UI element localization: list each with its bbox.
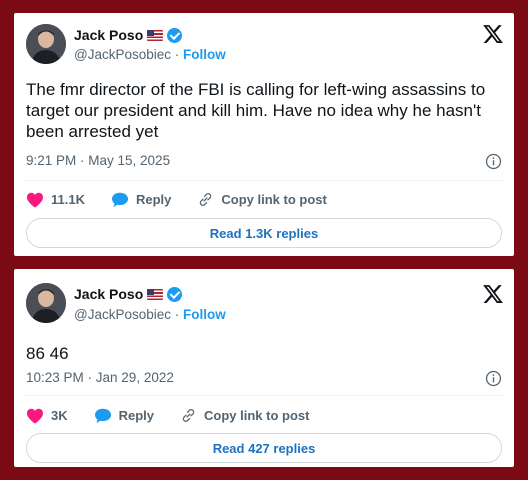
speech-bubble-icon (111, 192, 128, 207)
info-icon[interactable] (485, 153, 502, 170)
link-icon (200, 193, 212, 206)
author-handle[interactable]: @JackPosobiec (74, 307, 171, 322)
follow-button[interactable]: Follow (183, 307, 226, 322)
avatar[interactable] (26, 283, 66, 323)
reply-button[interactable]: Reply (111, 192, 171, 208)
read-replies-button[interactable]: Read 427 replies (26, 433, 502, 463)
link-icon (182, 409, 195, 422)
avatar[interactable] (26, 24, 66, 64)
author-name-row: Jack Poso (74, 286, 183, 302)
tweet-card: Jack Poso @JackPosobiec · Follow 86 46 1… (14, 269, 514, 467)
tweet-timestamp[interactable]: 9:21 PM · May 15, 2025 (26, 153, 170, 168)
us-flag-icon (147, 29, 164, 41)
follow-button[interactable]: Follow (183, 47, 226, 62)
like-button[interactable]: 3K (26, 408, 68, 424)
like-count: 3K (51, 408, 68, 423)
heart-icon (27, 192, 43, 208)
author-name-row: Jack Poso (74, 27, 183, 43)
handle-separator: · (171, 47, 183, 62)
reply-label: Reply (135, 192, 172, 207)
action-bar: 3K Reply Copy link to post (26, 407, 502, 424)
copy-link-label: Copy link to post (221, 192, 327, 207)
divider (26, 180, 502, 181)
tweet-timestamp[interactable]: 10:23 PM · Jan 29, 2022 (26, 370, 174, 385)
us-flag-icon (147, 288, 164, 300)
copy-link-button[interactable]: Copy link to post (197, 191, 327, 208)
author-name[interactable]: Jack Poso (74, 286, 143, 302)
reply-button[interactable]: Reply (94, 408, 154, 424)
read-replies-button[interactable]: Read 1.3K replies (26, 218, 502, 248)
like-button[interactable]: 11.1K (26, 192, 85, 208)
x-logo-icon[interactable] (482, 23, 504, 45)
handle-row: @JackPosobiec · Follow (74, 47, 226, 62)
verified-badge-icon (167, 27, 183, 43)
like-count: 11.1K (51, 192, 85, 207)
handle-row: @JackPosobiec · Follow (74, 307, 226, 322)
reply-label: Reply (118, 408, 155, 423)
x-logo-icon[interactable] (482, 283, 504, 305)
info-icon[interactable] (485, 370, 502, 387)
verified-badge-icon (167, 286, 183, 302)
tweet-text: The fmr director of the FBI is calling f… (26, 80, 486, 141)
action-bar: 11.1K Reply Copy link to post (26, 191, 502, 208)
handle-separator: · (171, 307, 183, 322)
author-name[interactable]: Jack Poso (74, 27, 143, 43)
author-handle[interactable]: @JackPosobiec (74, 47, 171, 62)
heart-icon (27, 408, 43, 424)
speech-bubble-icon (94, 408, 111, 423)
tweet-text: 86 46 (26, 344, 69, 363)
divider (26, 395, 502, 396)
copy-link-button[interactable]: Copy link to post (180, 407, 309, 424)
copy-link-label: Copy link to post (204, 408, 310, 423)
tweet-card: Jack Poso @JackPosobiec · Follow The fmr… (14, 13, 514, 256)
